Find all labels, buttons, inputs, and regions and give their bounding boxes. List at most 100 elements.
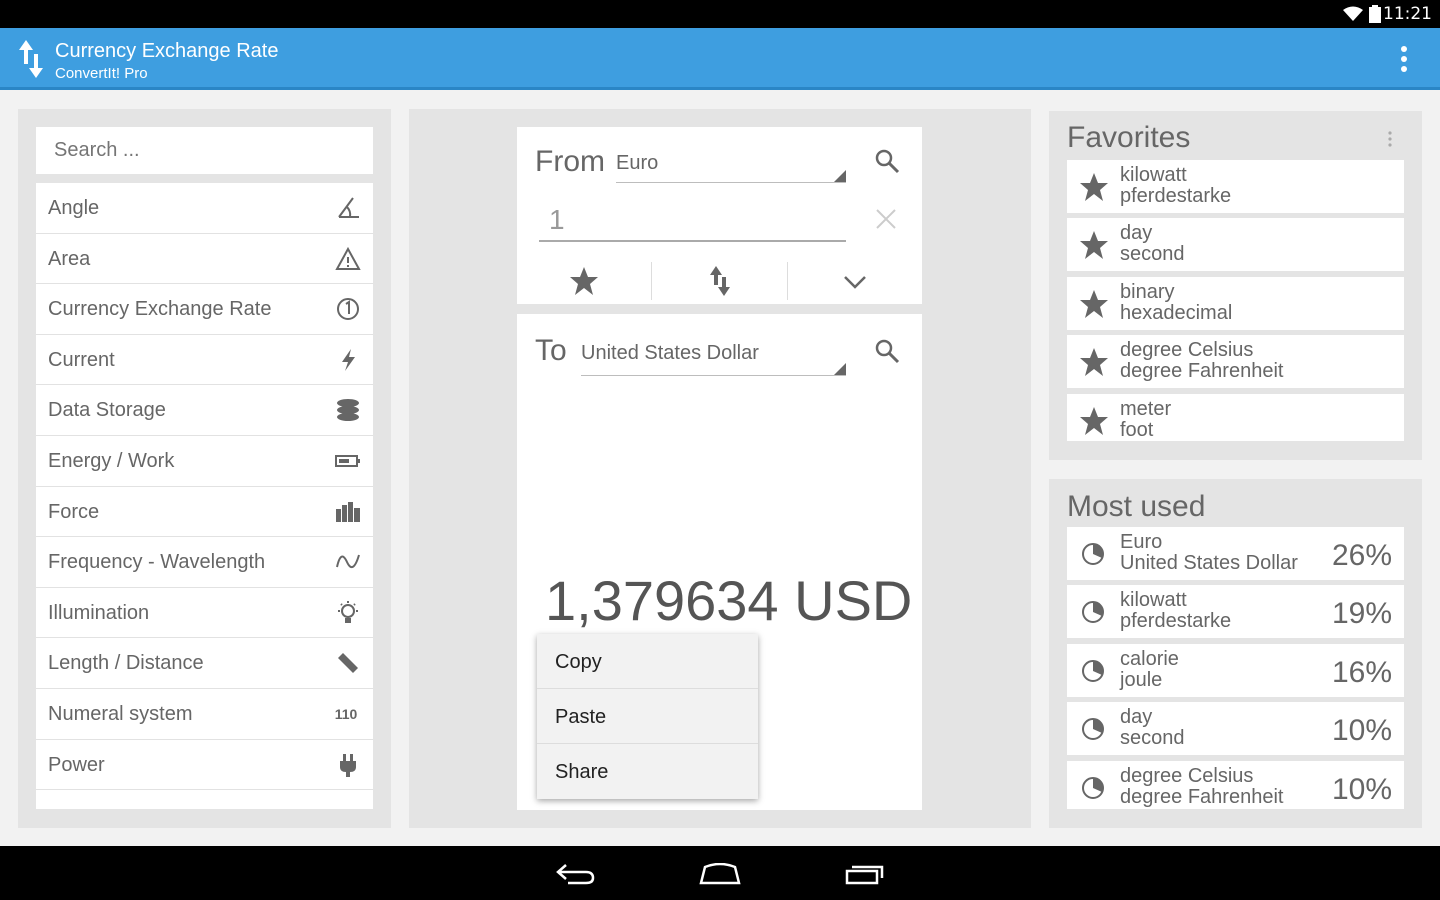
plug-icon: [340, 753, 356, 777]
category-label: Frequency - Wavelength: [48, 551, 266, 574]
search-icon[interactable]: [873, 337, 901, 365]
category-label: Length / Distance: [48, 652, 204, 675]
more-vertical-icon[interactable]: [1387, 130, 1393, 148]
most-used-from-unit: degree Celsius: [1120, 765, 1254, 787]
star-icon[interactable]: [1079, 406, 1109, 436]
to-unit-select[interactable]: United States Dollar: [581, 342, 846, 376]
category-item-length[interactable]: Length / Distance: [36, 638, 373, 689]
value-input[interactable]: 1: [539, 202, 846, 242]
favorite-star-icon[interactable]: [569, 266, 599, 296]
search-box[interactable]: [36, 127, 373, 174]
most-used-to-unit: second: [1120, 727, 1185, 749]
favorite-item[interactable]: meter foot: [1067, 394, 1404, 441]
force-icon: [336, 501, 360, 522]
favorite-to-unit: second: [1120, 243, 1185, 265]
favorite-item[interactable]: day second: [1067, 218, 1404, 271]
most-used-to-unit: joule: [1120, 669, 1163, 691]
database-icon: [337, 399, 359, 422]
star-icon[interactable]: [1079, 230, 1109, 260]
most-used-from-unit: day: [1120, 706, 1153, 728]
currency-icon: [337, 298, 359, 321]
home-icon[interactable]: [699, 863, 741, 885]
usage-percent: 10%: [1331, 773, 1392, 806]
star-icon[interactable]: [1079, 172, 1109, 202]
category-label: Energy / Work: [48, 449, 175, 472]
most-used-title: Most used: [1067, 490, 1206, 523]
favorite-to-unit: hexadecimal: [1120, 302, 1233, 324]
favorite-from-unit: meter: [1120, 398, 1172, 420]
category-item-power[interactable]: Power: [36, 739, 373, 791]
category-item-illumination[interactable]: Illumination: [36, 587, 373, 639]
most-used-from-unit: Euro: [1120, 531, 1163, 553]
back-icon[interactable]: [556, 863, 596, 885]
divider: [651, 262, 652, 300]
most-used-to-unit: United States Dollar: [1120, 552, 1298, 574]
category-item-angle[interactable]: Angle: [36, 183, 373, 234]
from-unit-select[interactable]: Euro: [616, 152, 846, 183]
category-item-energy[interactable]: Energy / Work: [36, 435, 373, 487]
recent-apps-icon[interactable]: [845, 863, 885, 885]
conversion-result[interactable]: 1,379634 USD: [545, 568, 912, 633]
dropdown-triangle-icon: [834, 170, 846, 182]
favorite-from-unit: kilowatt: [1120, 164, 1187, 186]
most-used-item[interactable]: calorie joule 16%: [1067, 644, 1404, 697]
usage-percent: 26%: [1331, 539, 1392, 572]
usage-percent: 16%: [1331, 656, 1392, 689]
favorite-to-unit: pferdestarke: [1120, 185, 1232, 207]
category-item-force[interactable]: Force: [36, 486, 373, 538]
most-used-item[interactable]: day second 10%: [1067, 702, 1404, 755]
category-list[interactable]: Angle Area Currency Exchange Rate Curren…: [36, 183, 373, 809]
category-label: Angle: [48, 197, 100, 219]
category-item-area[interactable]: Area: [36, 233, 373, 285]
most-used-item[interactable]: degree Celsius degree Fahrenheit 10%: [1067, 761, 1404, 809]
menu-item-share[interactable]: Share: [537, 744, 758, 799]
category-item-next[interactable]: [36, 790, 373, 809]
clear-icon[interactable]: [876, 209, 896, 229]
most-used-item[interactable]: Euro United States Dollar 26%: [1067, 527, 1404, 580]
category-item-data-storage[interactable]: Data Storage: [36, 385, 373, 436]
favorite-item[interactable]: kilowatt pferdestarke: [1067, 160, 1404, 213]
category-item-current[interactable]: Current: [36, 334, 373, 386]
to-unit-value: United States Dollar: [581, 342, 759, 364]
menu-item-copy[interactable]: Copy: [537, 634, 758, 689]
favorite-item[interactable]: degree Celsius degree Fahrenheit: [1067, 335, 1404, 388]
more-vertical-icon[interactable]: [1398, 45, 1410, 73]
divider: [787, 262, 788, 300]
most-used-to-unit: degree Fahrenheit: [1120, 786, 1284, 808]
action-bar: Currency Exchange Rate ConvertIt! Pro: [0, 28, 1440, 90]
to-label: To: [535, 334, 567, 367]
favorite-to-unit: degree Fahrenheit: [1120, 360, 1284, 382]
category-label: Currency Exchange Rate: [48, 298, 272, 321]
numeral-icon: 110: [334, 705, 358, 722]
favorites-title: Favorites: [1067, 121, 1191, 154]
star-icon[interactable]: [1079, 347, 1109, 377]
favorite-item[interactable]: binary hexadecimal: [1067, 277, 1404, 330]
category-label: Force: [48, 500, 100, 523]
category-item-numeral[interactable]: Numeral system 110: [36, 688, 373, 740]
search-icon[interactable]: [873, 147, 901, 175]
chevron-down-icon[interactable]: [843, 274, 867, 290]
most-used-from-unit: kilowatt: [1120, 589, 1187, 611]
pie-chart-icon: [1082, 601, 1104, 623]
menu-item-paste[interactable]: Paste: [537, 689, 758, 744]
swap-vertical-icon[interactable]: [18, 40, 46, 78]
search-input[interactable]: [36, 127, 354, 174]
app-subtitle: ConvertIt! Pro: [55, 65, 148, 82]
app-title: Currency Exchange Rate: [55, 40, 279, 62]
ruler-icon: [338, 653, 358, 674]
from-card: From Euro 1: [517, 127, 922, 304]
most-used-item[interactable]: kilowatt pferdestarke 19%: [1067, 585, 1404, 638]
usage-percent: 19%: [1331, 597, 1392, 630]
category-item-currency[interactable]: Currency Exchange Rate: [36, 284, 373, 335]
star-icon[interactable]: [1079, 289, 1109, 319]
dropdown-triangle-icon: [834, 363, 846, 375]
favorite-from-unit: binary: [1120, 281, 1175, 303]
category-label: Data Storage: [48, 399, 166, 422]
wifi-icon: [1343, 6, 1363, 21]
area-icon: [335, 246, 361, 270]
swap-units-icon[interactable]: [709, 266, 731, 296]
category-item-frequency[interactable]: Frequency - Wavelength: [36, 537, 373, 588]
category-label: Current: [48, 348, 115, 371]
most-used-to-unit: pferdestarke: [1120, 610, 1232, 632]
from-unit-value: Euro: [616, 152, 659, 174]
